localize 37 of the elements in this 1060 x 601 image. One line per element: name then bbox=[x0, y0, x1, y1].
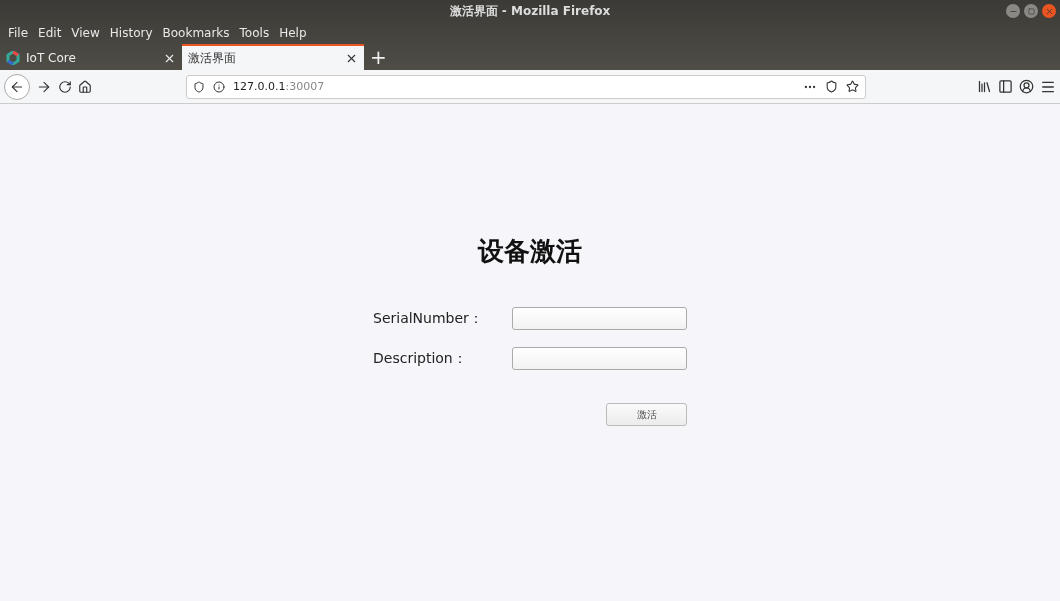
field-label: SerialNumber： bbox=[373, 309, 483, 328]
url-host: 127.0.0.1 bbox=[233, 80, 286, 93]
account-icon[interactable] bbox=[1019, 79, 1034, 94]
shield-icon bbox=[193, 80, 205, 93]
tab-title: 激活界面 bbox=[188, 49, 237, 67]
maximize-button[interactable] bbox=[1024, 4, 1038, 18]
star-icon[interactable] bbox=[846, 80, 859, 93]
maximize-icon bbox=[1027, 7, 1035, 15]
field-label: Description： bbox=[373, 349, 467, 368]
tab-title: IoT Core bbox=[26, 51, 77, 65]
info-icon bbox=[213, 80, 225, 93]
address-bar[interactable]: 127.0.0.1:30007 bbox=[186, 74, 866, 99]
close-icon bbox=[1044, 6, 1054, 16]
home-icon[interactable] bbox=[78, 79, 92, 94]
back-button[interactable] bbox=[4, 73, 30, 100]
browser-tab[interactable]: IoT Core bbox=[0, 44, 182, 70]
window-title: 激活界面 - Mozilla Firefox bbox=[449, 2, 611, 20]
input-field[interactable] bbox=[512, 307, 687, 330]
url-port: :30007 bbox=[285, 80, 325, 93]
menu-item[interactable]: History bbox=[104, 26, 158, 40]
menu-item[interactable]: Bookmarks bbox=[157, 26, 235, 40]
hexagon-logo-icon bbox=[6, 51, 20, 65]
menu-item[interactable]: Help bbox=[274, 26, 312, 40]
close-button[interactable] bbox=[1042, 4, 1056, 18]
menu-item[interactable]: Tools bbox=[234, 26, 275, 40]
new-tab-button[interactable]: + bbox=[364, 44, 393, 70]
browser-tab[interactable]: 激活界面 bbox=[182, 44, 364, 70]
activate-button[interactable]: 激活 bbox=[606, 403, 687, 426]
menu-item[interactable]: View bbox=[66, 26, 105, 40]
page-heading: 设备激活 bbox=[478, 235, 582, 268]
library-icon[interactable] bbox=[977, 79, 992, 94]
input-field[interactable] bbox=[512, 347, 687, 370]
sidebar-icon[interactable] bbox=[998, 79, 1013, 94]
minimize-button[interactable] bbox=[1006, 4, 1020, 18]
reload-icon[interactable] bbox=[58, 79, 72, 94]
menu-item[interactable]: File bbox=[3, 26, 34, 40]
menu-item[interactable]: Edit bbox=[33, 26, 67, 40]
